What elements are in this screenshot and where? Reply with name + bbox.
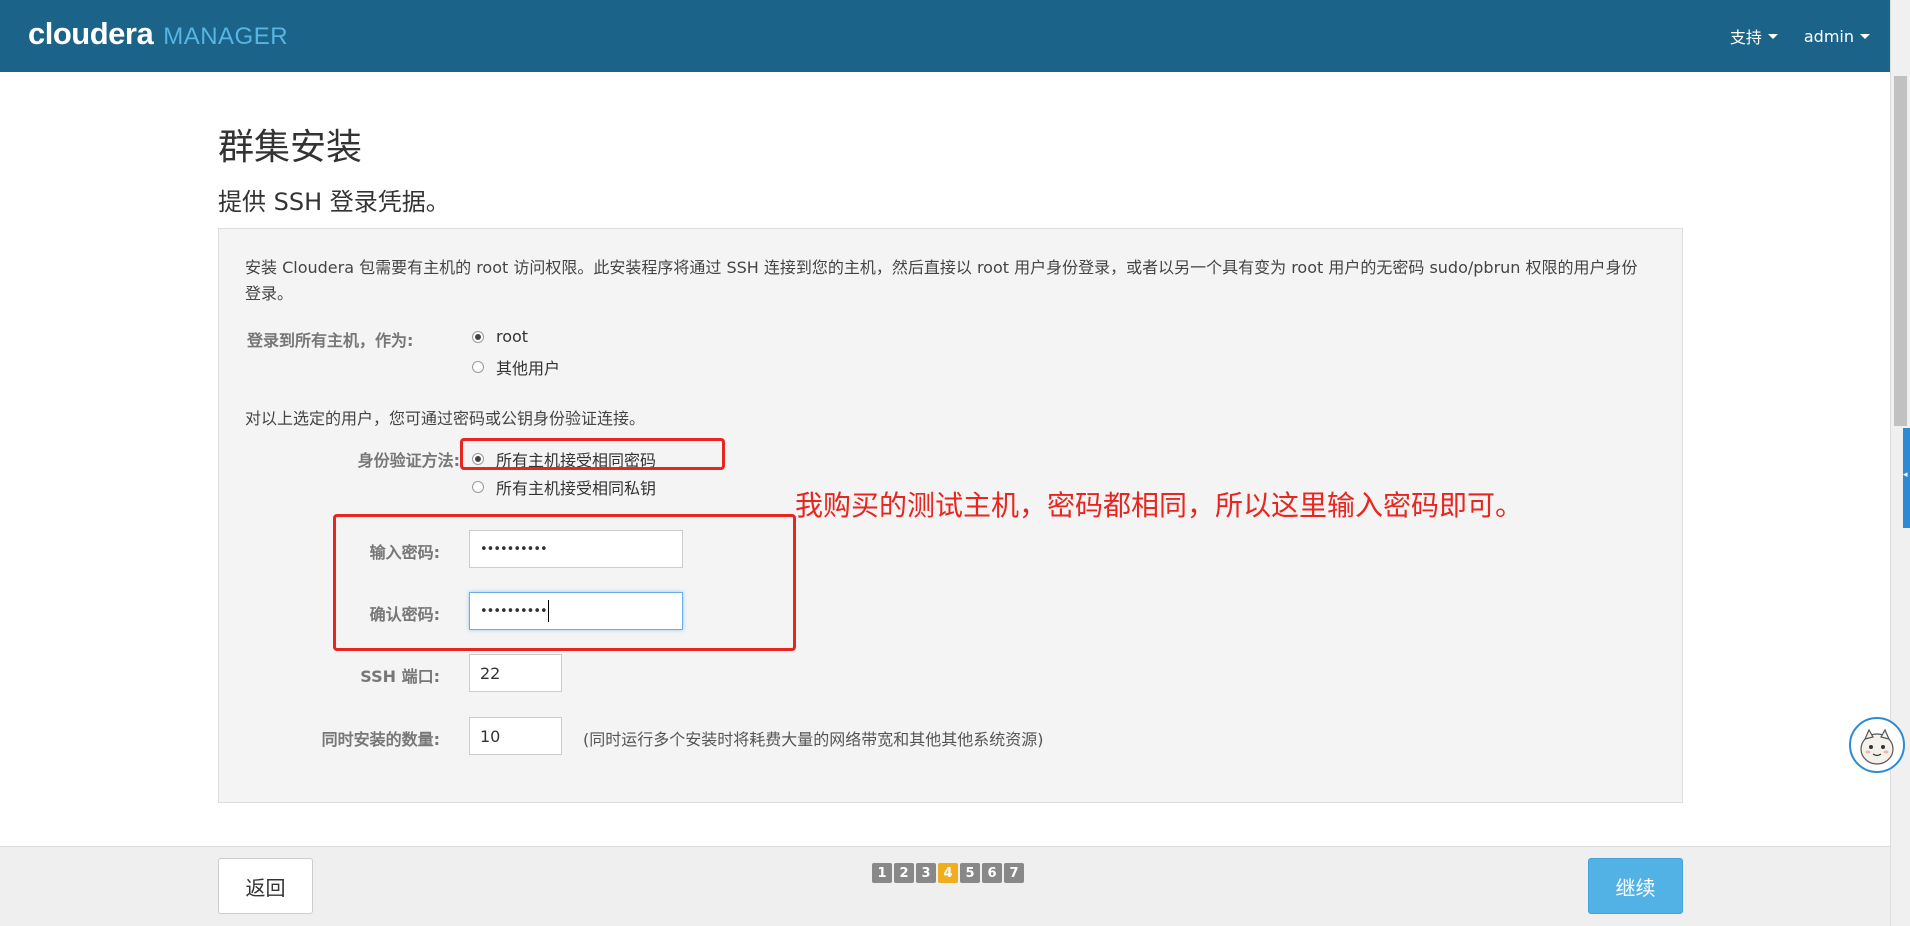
navbar-menus: 支持 admin bbox=[1730, 24, 1870, 48]
wizard-step-2[interactable]: 2 bbox=[894, 863, 914, 883]
top-navbar: cloudera MANAGER 支持 admin bbox=[0, 0, 1890, 72]
support-menu-label: 支持 bbox=[1729, 28, 1762, 47]
radio-login-other-user[interactable]: 其他用户 bbox=[472, 355, 560, 379]
concurrent-installs-value: 10 bbox=[480, 726, 501, 746]
radio-label: 其他用户 bbox=[496, 359, 561, 378]
wizard-step-3[interactable]: 3 bbox=[916, 863, 936, 883]
user-menu-label: admin bbox=[1803, 26, 1854, 46]
radio-unchecked-icon bbox=[472, 481, 484, 493]
ssh-port-value: 22 bbox=[480, 663, 501, 683]
wizard-step-1[interactable]: 1 bbox=[872, 863, 892, 883]
login-as-label: 登录到所有主机，作为: bbox=[247, 331, 414, 350]
wizard-step-6[interactable]: 6 bbox=[982, 863, 1002, 883]
chevron-left-icon: ◂ bbox=[1903, 470, 1908, 480]
annotation-highlight-auth-option bbox=[460, 438, 725, 470]
wizard-footer: 返回 1 2 3 4 5 6 7 继续 bbox=[0, 846, 1890, 926]
concurrent-installs-label: 同时安装的数量: bbox=[321, 730, 440, 749]
ssh-port-input[interactable]: 22 bbox=[469, 654, 562, 692]
radio-auth-same-private-key[interactable]: 所有主机接受相同私钥 bbox=[472, 475, 656, 499]
auth-method-label: 身份验证方法: bbox=[357, 451, 460, 470]
radio-label: root bbox=[496, 327, 529, 346]
continue-button[interactable]: 继续 bbox=[1588, 858, 1683, 914]
support-menu[interactable]: 支持 bbox=[1730, 24, 1778, 48]
auth-intro-text: 对以上选定的用户，您可通过密码或公钥身份验证连接。 bbox=[245, 409, 646, 428]
radio-checked-icon bbox=[472, 330, 484, 343]
concurrent-installs-input[interactable]: 10 bbox=[469, 717, 562, 755]
radio-login-root[interactable]: root bbox=[472, 327, 528, 346]
chevron-down-icon bbox=[1767, 33, 1778, 39]
intro-text: 安装 Cloudera 包需要有主机的 root 访问权限。此安装程序将通过 S… bbox=[245, 258, 1638, 303]
wizard-step-7[interactable]: 7 bbox=[1004, 863, 1024, 883]
radio-unchecked-icon bbox=[472, 361, 484, 373]
scrollbar-thumb[interactable] bbox=[1894, 76, 1907, 426]
wizard-step-5[interactable]: 5 bbox=[960, 863, 980, 883]
radio-label: 所有主机接受相同私钥 bbox=[496, 479, 657, 498]
back-button[interactable]: 返回 bbox=[218, 858, 313, 914]
wizard-step-4[interactable]: 4 bbox=[938, 863, 958, 883]
wizard-step-indicator: 1 2 3 4 5 6 7 bbox=[872, 863, 1024, 883]
annotation-highlight-password-fields bbox=[333, 514, 796, 651]
brand-primary: cloudera bbox=[28, 16, 154, 51]
cloudera-manager-logo[interactable]: cloudera MANAGER bbox=[28, 14, 288, 54]
ssh-port-label: SSH 端口: bbox=[360, 667, 440, 686]
concurrent-installs-note: (同时运行多个安装时将耗费大量的网络带宽和其他其他系统资源) bbox=[583, 730, 1044, 749]
annotation-note: 我购买的测试主机，密码都相同，所以这里输入密码即可。 bbox=[795, 489, 1524, 522]
brand-secondary: MANAGER bbox=[163, 23, 289, 50]
assistant-mascot-icon[interactable] bbox=[1849, 717, 1905, 773]
chevron-down-icon bbox=[1860, 33, 1870, 39]
page-subtitle: 提供 SSH 登录凭据。 bbox=[218, 188, 450, 216]
user-menu[interactable]: admin bbox=[1804, 24, 1870, 48]
page-title: 群集安装 bbox=[218, 127, 363, 168]
